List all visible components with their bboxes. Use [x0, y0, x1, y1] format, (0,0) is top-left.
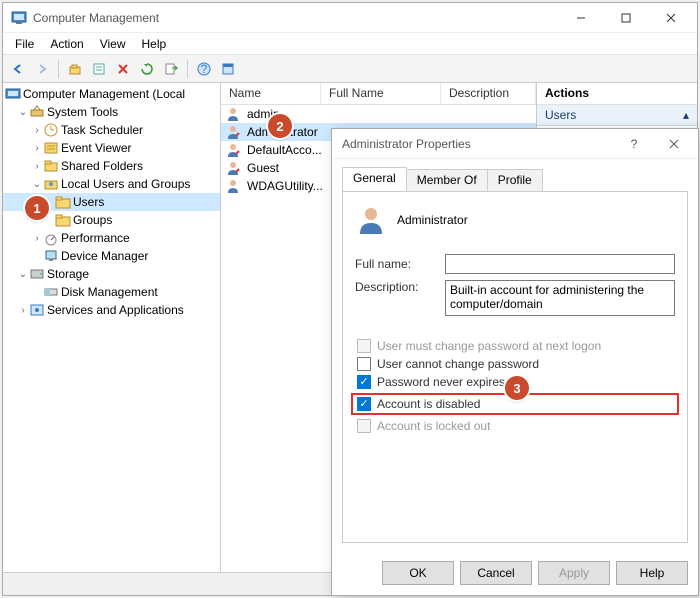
tree-local-users-and-groups[interactable]: ⌄ Local Users and Groups — [3, 175, 220, 193]
tree-disk-management[interactable]: Disk Management — [3, 283, 220, 301]
tab-general[interactable]: General — [342, 167, 407, 191]
collapse-icon[interactable]: ⌄ — [17, 269, 29, 280]
dialog-buttons: OK Cancel Apply Help — [332, 551, 698, 595]
help-button[interactable]: Help — [616, 561, 688, 585]
collapse-icon[interactable]: ⌄ — [17, 107, 29, 118]
up-button[interactable] — [64, 58, 86, 80]
description-input[interactable] — [445, 280, 675, 316]
menu-action[interactable]: Action — [42, 35, 91, 53]
close-button[interactable] — [648, 3, 693, 33]
checkbox-icon — [357, 339, 371, 353]
expand-icon[interactable]: › — [31, 143, 43, 154]
checkbox-icon — [357, 419, 371, 433]
actions-section-users[interactable]: Users ▴ — [537, 105, 697, 126]
toolbar: ? — [3, 55, 697, 83]
cancel-button[interactable]: Cancel — [460, 561, 532, 585]
tree-task-scheduler[interactable]: › Task Scheduler — [3, 121, 220, 139]
description-label: Description: — [355, 280, 445, 294]
user-icon — [225, 124, 241, 140]
col-full-name[interactable]: Full Name — [321, 83, 441, 104]
user-icon — [225, 160, 241, 176]
delete-button[interactable] — [112, 58, 134, 80]
tree-pane[interactable]: Computer Management (Local ⌄ System Tool… — [3, 83, 221, 572]
tree-shared-folders[interactable]: › Shared Folders — [3, 157, 220, 175]
back-button[interactable] — [7, 58, 29, 80]
user-icon — [225, 178, 241, 194]
user-name-label: Administrator — [397, 213, 468, 227]
checkbox-icon: ✓ — [357, 397, 371, 411]
tree-device-manager[interactable]: Device Manager — [3, 247, 220, 265]
export-button[interactable] — [160, 58, 182, 80]
expand-icon[interactable]: › — [31, 125, 43, 136]
tab-profile[interactable]: Profile — [487, 169, 543, 191]
tree-performance[interactable]: › Performance — [3, 229, 220, 247]
tree-storage[interactable]: ⌄ Storage — [3, 265, 220, 283]
collapse-icon: ▴ — [683, 108, 689, 122]
ok-button[interactable]: OK — [382, 561, 454, 585]
help-button[interactable]: ? — [614, 129, 654, 159]
refresh-button[interactable] — [136, 58, 158, 80]
tab-content-general: Administrator Full name: Description: Us… — [342, 191, 688, 543]
checkbox-icon: ✓ — [357, 375, 371, 389]
menu-view[interactable]: View — [92, 35, 134, 53]
view-button[interactable] — [217, 58, 239, 80]
apply-button[interactable]: Apply — [538, 561, 610, 585]
properties-button[interactable] — [88, 58, 110, 80]
tree-event-viewer[interactable]: › Event Viewer — [3, 139, 220, 157]
tab-strip: General Member Of Profile — [342, 167, 688, 191]
forward-button[interactable] — [31, 58, 53, 80]
full-name-label: Full name: — [355, 257, 445, 271]
annotation-badge-1: 1 — [25, 196, 49, 220]
checkbox-icon — [357, 357, 371, 371]
menu-file[interactable]: File — [7, 35, 42, 53]
tree-system-tools[interactable]: ⌄ System Tools — [3, 103, 220, 121]
full-name-input[interactable] — [445, 254, 675, 274]
expand-icon[interactable]: › — [31, 233, 43, 244]
checkbox-change-password-next-logon: User must change password at next logon — [357, 339, 675, 353]
checkbox-cannot-change-password[interactable]: User cannot change password — [357, 357, 675, 371]
expand-icon[interactable]: › — [31, 161, 43, 172]
actions-header: Actions — [537, 83, 697, 105]
menu-help[interactable]: Help — [134, 35, 175, 53]
user-icon — [225, 106, 241, 122]
app-icon — [11, 10, 27, 26]
tree-services-and-applications[interactable]: › Services and Applications — [3, 301, 220, 319]
minimize-button[interactable] — [558, 3, 603, 33]
expand-icon[interactable]: › — [17, 305, 29, 316]
svg-text:?: ? — [201, 62, 208, 76]
col-description[interactable]: Description — [441, 83, 536, 104]
user-icon — [355, 204, 387, 236]
dialog-titlebar: Administrator Properties ? — [332, 129, 698, 159]
menubar: File Action View Help — [3, 33, 697, 55]
administrator-properties-dialog: Administrator Properties ? General Membe… — [331, 128, 699, 596]
titlebar: Computer Management — [3, 3, 697, 33]
tree-root-label: Computer Management (Local — [23, 87, 185, 101]
list-header: Name Full Name Description — [221, 83, 536, 105]
checkbox-account-is-locked-out: Account is locked out — [357, 419, 675, 433]
user-icon — [225, 142, 241, 158]
collapse-icon[interactable]: ⌄ — [31, 179, 43, 190]
dialog-title: Administrator Properties — [342, 137, 614, 151]
maximize-button[interactable] — [603, 3, 648, 33]
tree-root[interactable]: Computer Management (Local — [3, 85, 220, 103]
close-button[interactable] — [654, 129, 694, 159]
col-name[interactable]: Name — [221, 83, 321, 104]
help-button[interactable]: ? — [193, 58, 215, 80]
annotation-badge-3: 3 — [505, 376, 529, 400]
window-title: Computer Management — [33, 11, 558, 25]
annotation-badge-2: 2 — [268, 114, 292, 138]
tab-member-of[interactable]: Member Of — [406, 169, 488, 191]
